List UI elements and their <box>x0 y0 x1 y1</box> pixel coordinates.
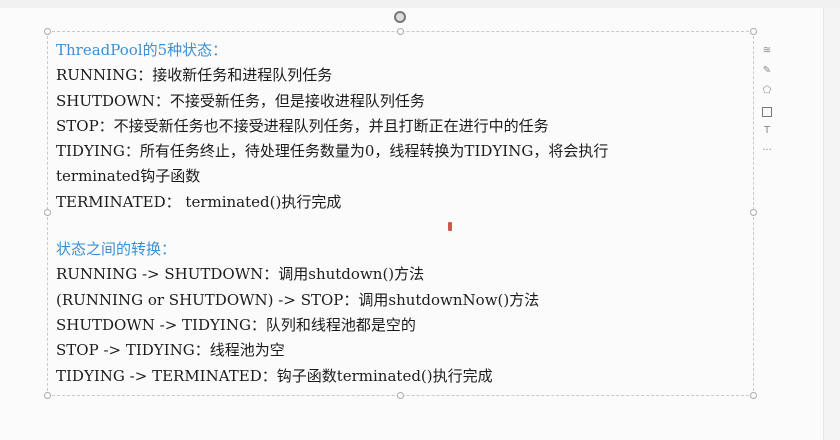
section-heading-states: ThreadPool的5种状态： <box>56 41 228 59</box>
transition-line-shutdown-tidying: SHUTDOWN -> TIDYING：队列和线程池都是空的 <box>56 315 416 334</box>
text-icon[interactable]: T <box>760 124 774 138</box>
transition-line-stop-tidying: STOP -> TIDYING：线程池为空 <box>56 341 285 360</box>
state-line-shutdown: SHUTDOWN：不接受新任务，但是接收进程队列任务 <box>56 91 425 110</box>
resize-handle-top-right[interactable] <box>750 28 757 35</box>
text-cursor-marker <box>448 222 452 231</box>
document-page: ThreadPool的5种状态： RUNNING：接收新任务和进程队列任务 SH… <box>0 0 840 440</box>
pen-icon[interactable]: ✎ <box>760 64 774 78</box>
state-line-running: RUNNING：接收新任务和进程队列任务 <box>56 66 333 85</box>
resize-handle-middle-left[interactable] <box>44 209 51 216</box>
resize-handle-top-left[interactable] <box>44 28 51 35</box>
resize-handle-bottom-right[interactable] <box>750 392 757 399</box>
layers-icon[interactable]: ≋ <box>760 44 774 58</box>
state-line-stop: STOP：不接受新任务也不接受进程队列任务，并且打断正在进行中的任务 <box>56 116 549 135</box>
rotate-handle[interactable] <box>394 11 406 23</box>
right-scroll-area <box>823 8 840 440</box>
text-content[interactable]: ThreadPool的5种状态： RUNNING：接收新任务和进程队列任务 SH… <box>56 38 746 389</box>
transition-line-running-shutdown: RUNNING -> SHUTDOWN：调用shutdown()方法 <box>56 265 425 284</box>
resize-handle-middle-right[interactable] <box>750 209 757 216</box>
side-toolbar: ≋ ✎ ⬠ T ··· <box>758 44 776 158</box>
transition-line-to-stop: (RUNNING or SHUTDOWN) -> STOP：调用shutdown… <box>56 290 540 309</box>
more-icon[interactable]: ··· <box>760 144 774 158</box>
resize-handle-bottom-left[interactable] <box>44 392 51 399</box>
top-edge <box>0 0 840 8</box>
state-line-terminated: TERMINATED： terminated()执行完成 <box>56 192 342 211</box>
crop-icon[interactable] <box>760 104 774 118</box>
resize-handle-bottom-center[interactable] <box>397 392 404 399</box>
resize-handle-top-center[interactable] <box>397 28 404 35</box>
section-heading-transitions: 状态之间的转换： <box>56 240 177 259</box>
shape-icon[interactable]: ⬠ <box>760 84 774 98</box>
state-line-tidying: TIDYING：所有任务终止，待处理任务数量为0，线程转换为TIDYING，将会… <box>56 142 609 161</box>
state-line-tidying-cont: terminated钩子函数 <box>56 167 201 186</box>
transition-line-tidying-terminated: TIDYING -> TERMINATED：钩子函数terminated()执行… <box>56 366 493 385</box>
